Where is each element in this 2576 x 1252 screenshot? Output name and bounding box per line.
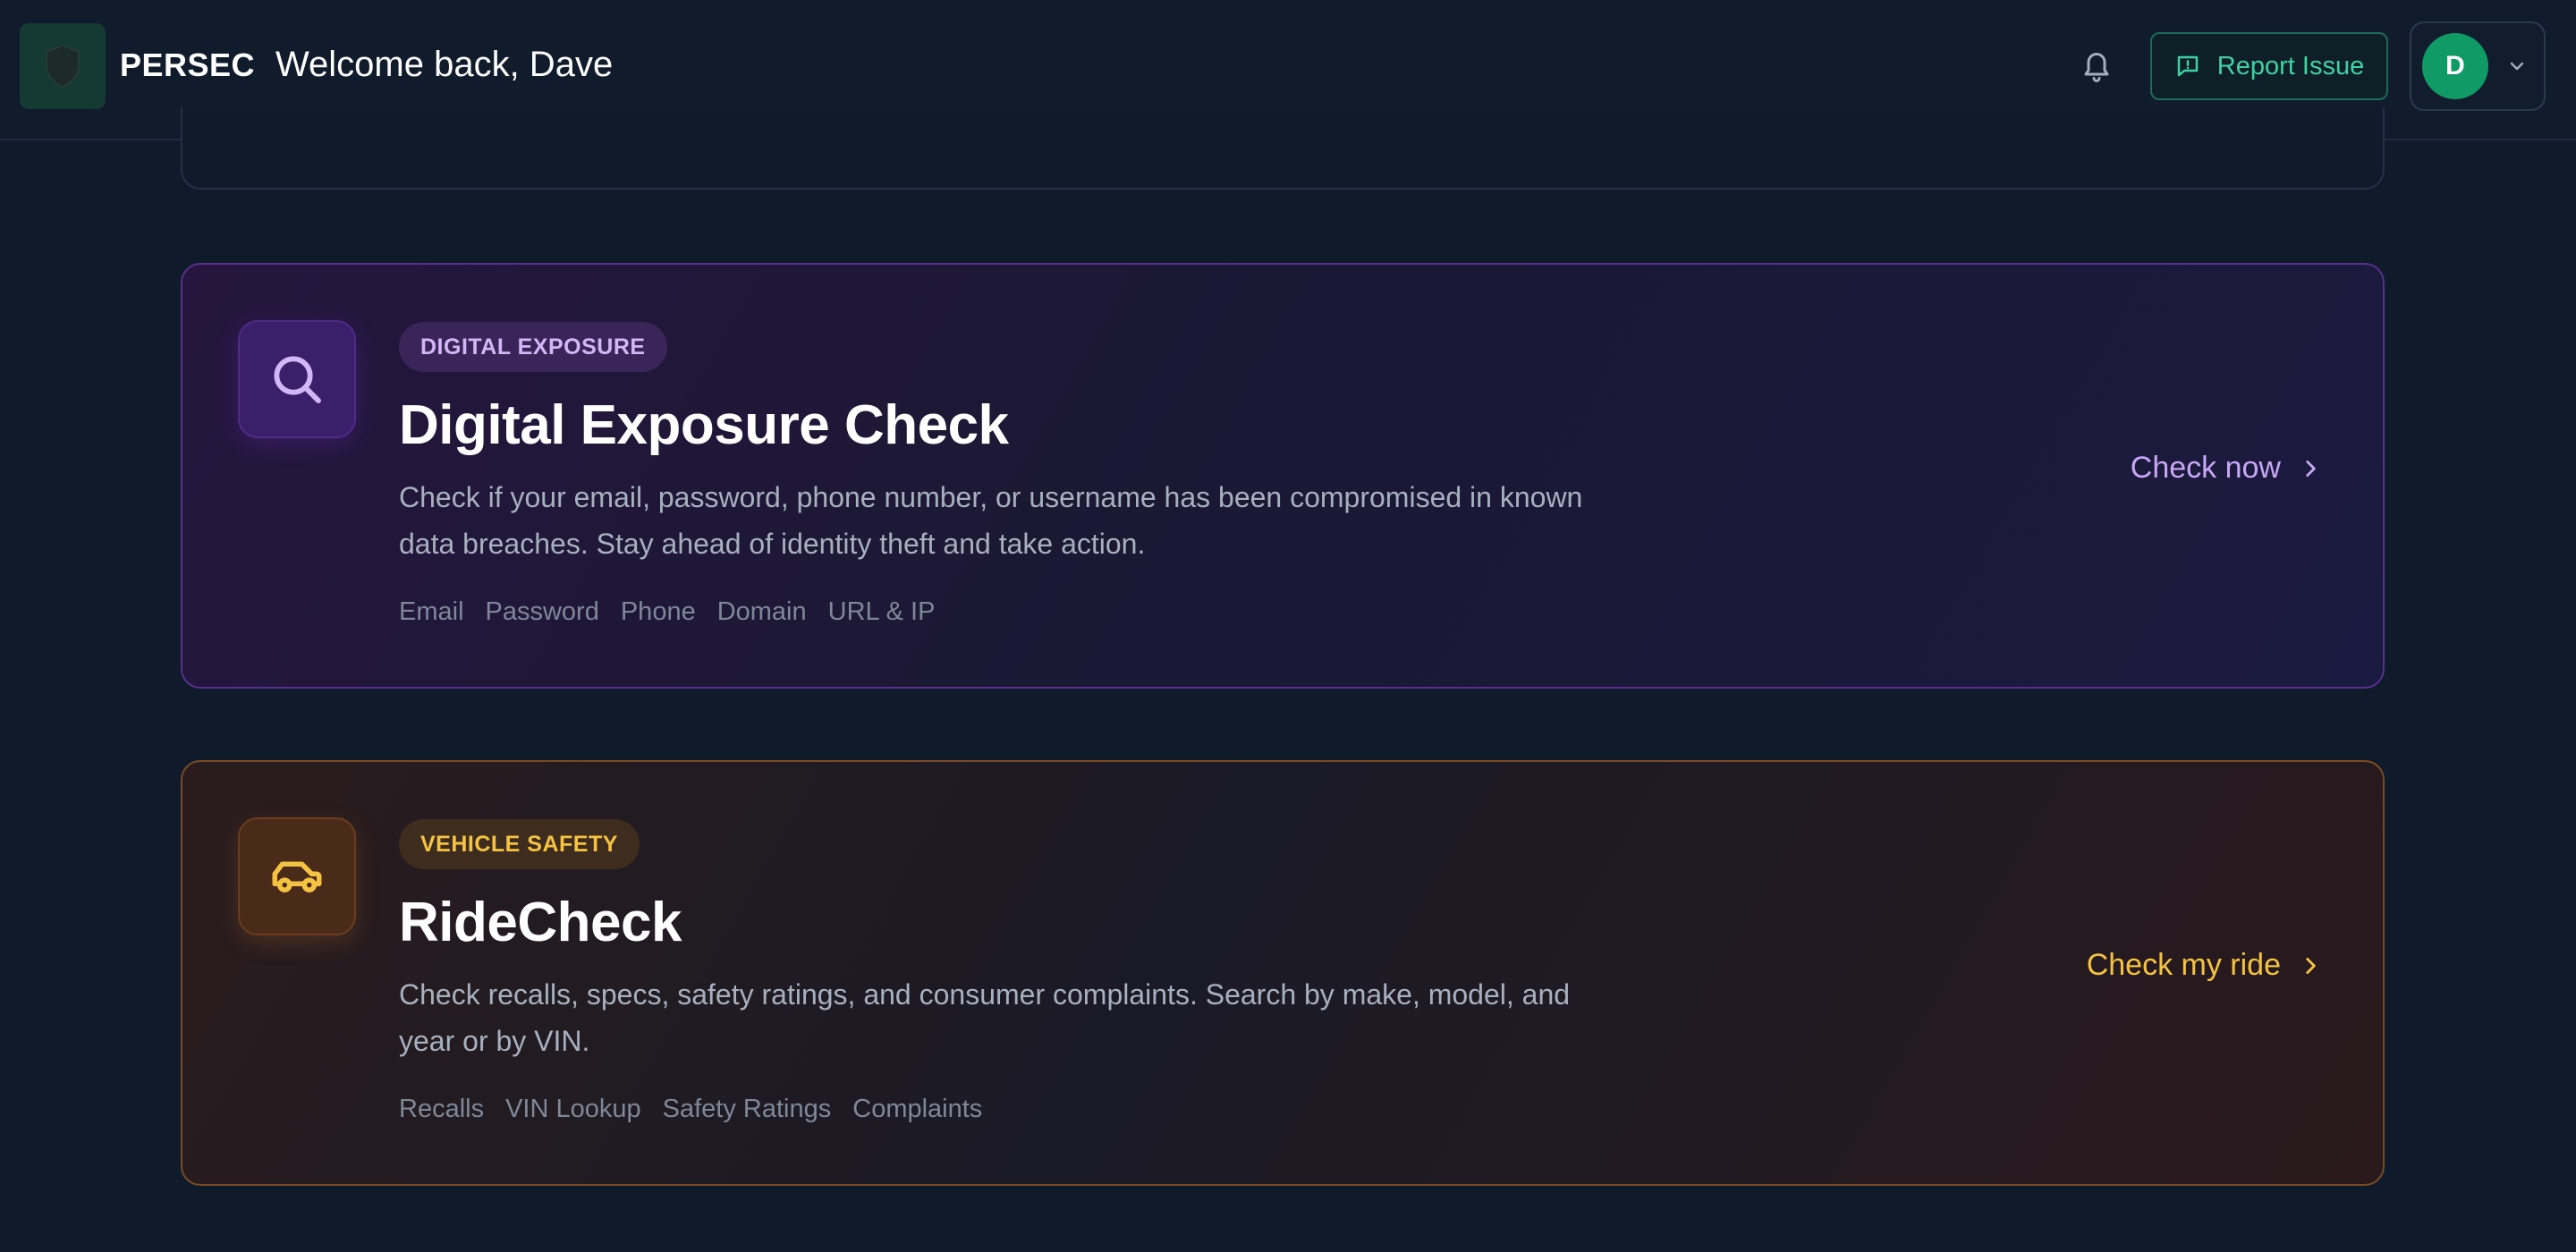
tag: Recalls: [399, 1095, 485, 1123]
tag: Complaints: [852, 1095, 983, 1123]
tag: Password: [485, 597, 599, 626]
check-my-ride-link[interactable]: Check my ride: [2087, 948, 2322, 983]
feature-tags: Email Password Phone Domain URL & IP: [399, 597, 935, 627]
card-title: RideCheck: [399, 892, 682, 953]
welcome-message: Welcome back, Dave: [275, 45, 614, 84]
ridecheck-icon-tile: [238, 817, 356, 935]
category-badge: VEHICLE SAFETY: [399, 819, 640, 869]
card-title: Digital Exposure Check: [399, 394, 1009, 456]
category-badge: DIGITAL EXPOSURE: [399, 322, 667, 372]
avatar: D: [2422, 33, 2488, 99]
tag: Domain: [716, 597, 807, 626]
tag: Email: [399, 597, 464, 626]
report-issue-label: Report Issue: [2216, 51, 2365, 80]
tag: Safety Ratings: [662, 1095, 832, 1123]
chevron-right-icon: [2306, 957, 2316, 974]
cta-label: Check my ride: [2086, 948, 2281, 982]
report-issue-button[interactable]: Report Issue: [2150, 32, 2388, 100]
tag: VIN Lookup: [505, 1095, 641, 1123]
digital-exposure-icon-tile: [238, 320, 356, 438]
card-description: Check recalls, specs, safety ratings, an…: [399, 978, 1571, 1057]
tag: URL & IP: [827, 597, 936, 626]
shield-icon: [46, 44, 80, 89]
chevron-down-icon: [2510, 62, 2524, 71]
cta-label: Check now: [2130, 451, 2281, 485]
user-menu-button[interactable]: D: [2410, 21, 2546, 111]
chevron-right-icon: [2306, 460, 2316, 477]
bell-icon: [2084, 53, 2109, 82]
car-icon: [272, 861, 322, 892]
previous-card: [181, 107, 2385, 190]
notifications-button[interactable]: [2077, 45, 2116, 88]
check-now-link[interactable]: Check now: [2131, 451, 2322, 486]
brand-name: PERSEC: [120, 47, 256, 83]
search-icon: [274, 356, 321, 403]
tag: Phone: [620, 597, 696, 626]
message-alert-icon: [2177, 55, 2199, 77]
ridecheck-card[interactable]: VEHICLE SAFETY RideCheck Check recalls, …: [181, 760, 2385, 1186]
feature-tags: Recalls VIN Lookup Safety Ratings Compla…: [399, 1095, 982, 1124]
card-description: Check if your email, password, phone num…: [399, 481, 1583, 560]
digital-exposure-card[interactable]: DIGITAL EXPOSURE Digital Exposure Check …: [181, 263, 2385, 689]
logo[interactable]: [20, 23, 106, 109]
